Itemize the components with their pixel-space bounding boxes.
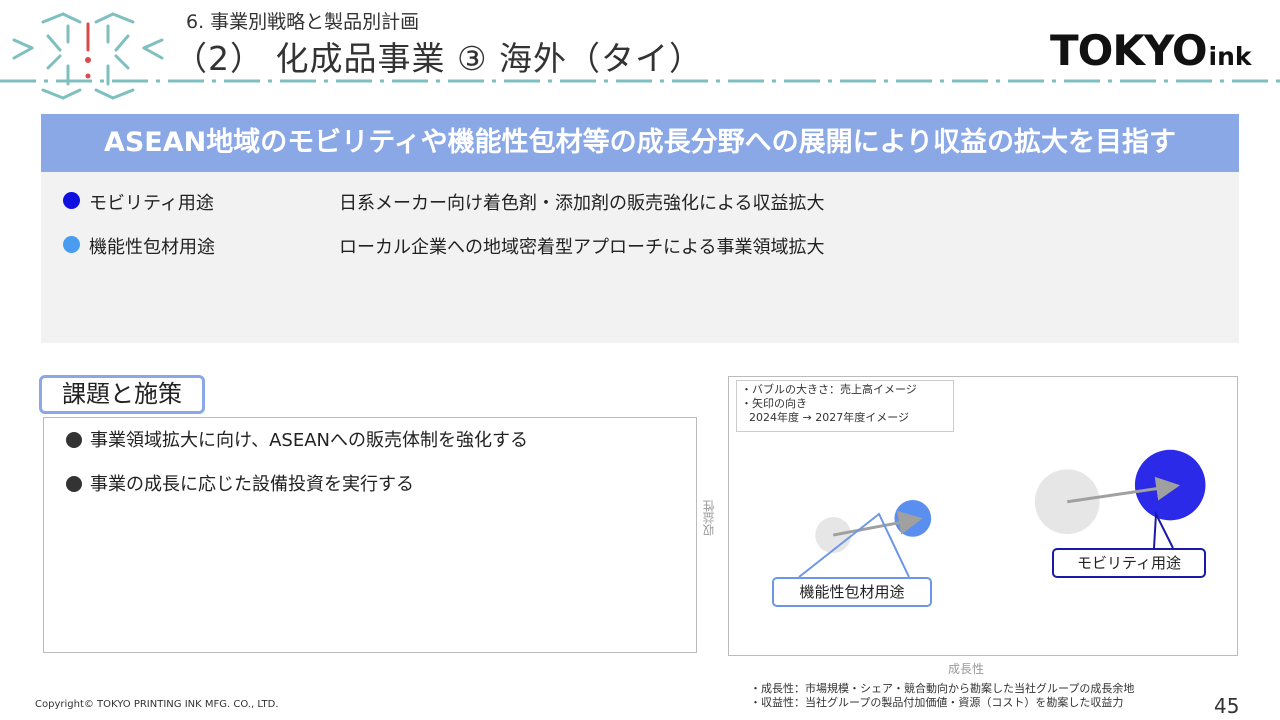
bubble-2024-0	[815, 517, 852, 554]
footnotes: ・成長性：市場規模・シェア・競合動向から勘案した当社グループの成長余地 ・収益性…	[750, 682, 1134, 710]
issues-tab-label: 課題と施策	[39, 375, 205, 414]
issue-text: 事業の成長に応じた設備投資を実行する	[90, 474, 414, 495]
legend-note-line: ・矢印の向き	[741, 397, 807, 410]
bubble-2027-0	[894, 500, 932, 537]
strategy-label: モビリティ用途	[89, 193, 214, 214]
issues-panel: 事業領域拡大に向け、ASEANへの販売体制を強化する 事業の成長に応じた設備投資…	[43, 417, 697, 653]
brand-sub: ink	[1208, 42, 1252, 71]
page-title: （2） 化成品事業 ③ 海外（タイ）	[174, 39, 704, 78]
chart-legend-note: ・バブルの大きさ：売上高イメージ ・矢印の向き 2024年度 → 2027年度イ…	[736, 380, 954, 432]
strategy-description: 日系メーカー向け着色剤・添加剤の販売強化による収益拡大	[339, 193, 825, 214]
callout-mobility: モビリティ用途	[1052, 548, 1206, 578]
bullet-dot-icon	[63, 236, 80, 253]
strategy-description: ローカル企業への地域密着型アプローチによる事業領域拡大	[339, 237, 825, 258]
brand-logo: TOKYOink	[1050, 26, 1252, 75]
strategy-label: 機能性包材用途	[89, 237, 215, 258]
strategy-panel: モビリティ用途 日系メーカー向け着色剤・添加剤の販売強化による収益拡大 機能性包…	[41, 172, 1239, 343]
bullet-dot-icon	[66, 432, 82, 448]
header-divider	[0, 79, 1280, 83]
copyright: Copyright© TOKYO PRINTING INK MFG. CO., …	[35, 699, 279, 710]
strategy-banner: ASEAN地域のモビリティや機能性包材等の成長分野への展開により収益の拡大を目指…	[41, 114, 1239, 172]
issue-item: 事業領域拡大に向け、ASEANへの販売体制を強化する	[66, 426, 528, 452]
bubble-2027-1	[1134, 449, 1206, 521]
issue-item: 事業の成長に応じた設備投資を実行する	[66, 470, 414, 496]
page-number: 45	[1214, 694, 1240, 718]
y-axis-label: 収益性	[702, 500, 716, 536]
legend-note-line: ・バブルの大きさ：売上高イメージ	[741, 383, 917, 396]
footnote-profit: ・収益性：当社グループの製品付加価値・資源（コスト）を勘案した収益力	[750, 696, 1124, 709]
bullet-dot-icon	[66, 476, 82, 492]
bullet-dot-icon	[63, 192, 80, 209]
x-axis-label: 成長性	[948, 662, 985, 676]
section-label: 6. 事業別戦略と製品別計画	[186, 11, 420, 33]
brand-main: TOKYO	[1050, 26, 1208, 75]
footnote-growth: ・成長性：市場規模・シェア・競合動向から勘案した当社グループの成長余地	[750, 682, 1135, 695]
logo-mark-icon	[12, 12, 164, 100]
issue-text: 事業領域拡大に向け、ASEANへの販売体制を強化する	[90, 430, 528, 451]
callout-functional-packaging: 機能性包材用途	[772, 577, 932, 607]
legend-note-line: 2024年度 → 2027年度イメージ	[749, 411, 909, 424]
